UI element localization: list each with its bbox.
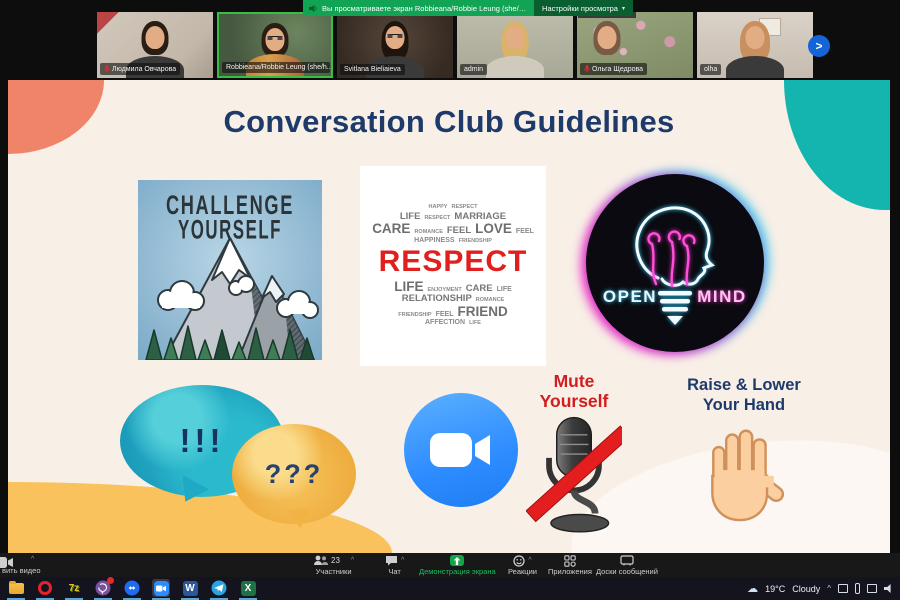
screen-share-banner: Вы просматриваете экран Robbieana/Robbie… — [303, 0, 633, 16]
raise-hand-block: Raise & Lower Your Hand — [656, 376, 832, 529]
apps-button[interactable]: Приложения — [548, 554, 592, 576]
participant-name-badge: Людмила Овчарова — [100, 63, 181, 75]
video-thumbnail-active-speaker[interactable]: Robbieana/Robbie Leung (she/h... — [217, 12, 333, 78]
zoom-taskbar-icon[interactable] — [152, 579, 170, 600]
7zip-icon[interactable]: 7z — [65, 579, 83, 600]
apps-icon — [564, 554, 576, 567]
video-thumbnail[interactable]: admin — [457, 12, 573, 78]
respect-wordcloud-image: HAPPY RESPECT LIFE RESPECT MARRIAGE CARE ROM… — [360, 166, 546, 366]
video-thumbnail[interactable]: Людмила Овчарова — [97, 12, 213, 78]
weather-temperature[interactable]: 19°C — [765, 584, 785, 594]
telegram-icon[interactable] — [210, 579, 228, 600]
decor-blob-teal — [784, 80, 890, 210]
share-banner-text: Вы просматриваете экран Robbieana/Robbie… — [322, 3, 529, 13]
viber-icon[interactable] — [94, 577, 114, 600]
excel-icon[interactable]: X — [239, 579, 257, 600]
reactions-icon — [513, 554, 525, 567]
word-icon[interactable]: W — [181, 579, 199, 600]
open-mind-image: OPEN MIND — [586, 174, 764, 352]
opera-icon[interactable] — [36, 579, 54, 600]
weather-cloud-icon[interactable]: ☁ — [747, 582, 758, 595]
whiteboard-icon — [620, 555, 634, 566]
participant-name-badge: Ольга Щедрова — [580, 63, 648, 75]
participants-caret[interactable]: ^ — [351, 557, 354, 564]
video-thumbnail[interactable]: Ольга Щедрова — [577, 12, 693, 78]
chat-icon — [386, 556, 397, 566]
display-icon[interactable] — [867, 584, 877, 593]
lightbulb-head-outline — [635, 206, 715, 287]
zoom-meeting-window: Вы просматриваете экран Robbieana/Robbie… — [0, 0, 900, 600]
svg-text:OPEN: OPEN — [603, 287, 657, 306]
volume-icon[interactable] — [884, 584, 891, 593]
weather-condition[interactable]: Cloudy — [792, 584, 820, 594]
muted-mic-icon — [104, 65, 110, 73]
system-tray: ☁ 19°C Cloudy ^ — [747, 577, 895, 600]
raised-hand-image — [711, 429, 785, 521]
whiteboards-button[interactable]: Доски сообщений — [596, 555, 658, 576]
reactions-caret[interactable]: ^ — [528, 557, 531, 564]
participant-name-badge: admin — [460, 64, 488, 75]
shared-screen-slide: Conversation Club Guidelines CHALLENGE Y… — [8, 80, 890, 553]
video-thumbnail[interactable]: olha — [697, 12, 813, 78]
participant-name-badge: olha — [700, 64, 722, 75]
notification-badge — [107, 577, 114, 584]
zoom-toolbar: ^ вить видео 23 ^ Участники ^ Чат Демонс… — [0, 553, 900, 577]
reactions-button[interactable]: ^ Реакции — [508, 554, 537, 576]
share-screen-button[interactable]: Демонстрация экрана — [419, 555, 496, 576]
video-caret[interactable]: ^ — [31, 556, 34, 563]
participant-name-badge: Robbieana/Robbie Leung (she/h... — [222, 62, 330, 73]
participants-icon — [314, 555, 328, 565]
muted-microphone-image — [525, 417, 631, 533]
muted-mic-icon — [584, 65, 590, 73]
slide-title: Conversation Club Guidelines — [223, 104, 675, 139]
share-screen-icon — [450, 555, 465, 566]
question-speech-bubble: ??? — [232, 424, 356, 524]
stop-video-label: вить видео — [2, 566, 41, 575]
view-options-button[interactable]: Настройки просмотра ▾ — [534, 0, 633, 16]
windows-taskbar: 7z W X ☁ 19°C Cloudy ^ — [0, 577, 900, 600]
svg-text:MIND: MIND — [697, 287, 746, 306]
chat-caret[interactable]: ^ — [401, 557, 404, 564]
mute-yourself-block: Mute Yourself — [507, 371, 641, 548]
chevron-down-icon: ▾ — [621, 5, 625, 12]
participants-count: 23 — [331, 556, 340, 565]
usb-device-icon[interactable] — [855, 583, 860, 594]
zoom-app-icon — [404, 393, 518, 507]
glasses — [387, 34, 403, 38]
printer-icon[interactable] — [838, 584, 848, 593]
filament-squiggles — [647, 230, 696, 288]
bulb-base — [658, 291, 692, 325]
participant-name-badge: Svitlana Bieliaieva — [340, 64, 405, 75]
speaker-icon — [309, 4, 317, 12]
video-thumbnail[interactable]: Svitlana Bieliaieva — [337, 12, 453, 78]
file-explorer-icon[interactable] — [7, 579, 25, 600]
glasses — [267, 36, 283, 40]
participants-button[interactable]: 23 ^ Участники — [313, 555, 354, 576]
chat-button[interactable]: ^ Чат — [385, 555, 404, 576]
teamviewer-icon[interactable] — [123, 579, 141, 600]
hidden-icons-caret[interactable]: ^ — [827, 584, 831, 593]
next-page-arrow-button[interactable]: > — [808, 35, 830, 57]
challenge-yourself-image: CHALLENGE YOURSELF — [138, 180, 322, 360]
